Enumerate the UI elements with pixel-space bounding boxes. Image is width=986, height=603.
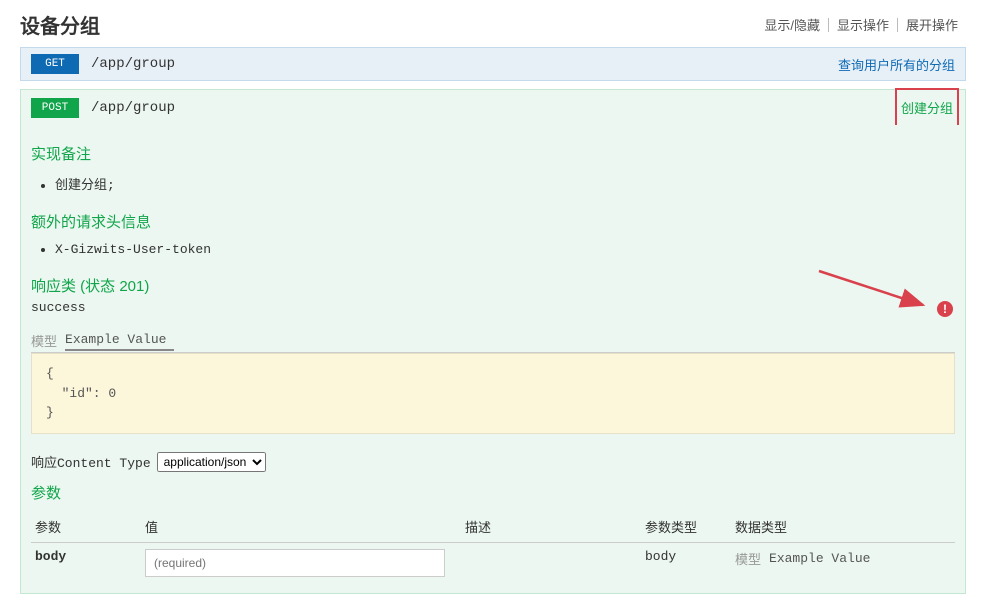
op-get-path: /app/group: [91, 56, 838, 72]
op-post-path: /app/group: [91, 100, 899, 116]
impl-notes-heading: 实现备注: [31, 143, 955, 164]
tab-model[interactable]: 模型: [31, 329, 65, 352]
col-param: 参数: [31, 511, 141, 543]
toggle-link[interactable]: 显示/隐藏: [756, 15, 828, 34]
extra-headers-list: X-Gizwits-User-token: [31, 240, 955, 259]
param-desc: [461, 542, 641, 583]
op-post-summary: 创建分组: [901, 101, 953, 116]
header-actions: 显示/隐藏 显示操作 展开操作: [756, 15, 966, 34]
content-type-select[interactable]: application/json: [157, 452, 266, 472]
content-type-row: 响应Content Type application/json: [31, 452, 955, 472]
expand-ops-link[interactable]: 展开操作: [898, 15, 966, 34]
highlight-box: 创建分组: [895, 88, 959, 127]
param-data-type-cell: 模型 Example Value: [731, 542, 955, 583]
warning-icon[interactable]: !: [937, 301, 953, 317]
param-body-input[interactable]: [145, 549, 445, 577]
params-heading: 参数: [31, 482, 955, 503]
op-post-header[interactable]: POST /app/group 创建分组: [21, 90, 965, 125]
tab-example-value[interactable]: Example Value: [65, 330, 174, 351]
content-type-label: 响应Content Type: [31, 452, 151, 471]
params-table: 参数 值 描述 参数类型 数据类型 body body: [31, 511, 955, 583]
op-get-header[interactable]: GET /app/group 查询用户所有的分组: [21, 48, 965, 80]
dt-tab-model[interactable]: 模型: [735, 549, 769, 568]
op-post-body: ! 实现备注 创建分组; 额外的请求头信息 X-Gizwits-User-tok…: [21, 125, 965, 593]
impl-notes-item: 创建分组;: [55, 172, 955, 195]
op-post-block: POST /app/group 创建分组 ! 实现备注 创建分组; 额外的请求头…: [20, 89, 966, 594]
op-get-summary: 查询用户所有的分组: [838, 55, 955, 74]
method-badge-post: POST: [31, 98, 79, 118]
params-header-row: 参数 值 描述 参数类型 数据类型: [31, 511, 955, 543]
method-badge-get: GET: [31, 54, 79, 74]
page-header: 设备分组 显示/隐藏 显示操作 展开操作: [20, 0, 966, 47]
extra-headers-item: X-Gizwits-User-token: [55, 240, 955, 259]
param-name: body: [31, 542, 141, 583]
dt-tab-example[interactable]: Example Value: [769, 551, 878, 566]
col-desc: 描述: [461, 511, 641, 543]
response-tabs: 模型 Example Value: [31, 329, 955, 353]
table-row: body body 模型 Example Value: [31, 542, 955, 583]
response-heading: 响应类 (状态 201): [31, 275, 955, 296]
col-param-type: 参数类型: [641, 511, 731, 543]
col-data-type: 数据类型: [731, 511, 955, 543]
example-json-block[interactable]: { "id": 0 }: [31, 353, 955, 434]
op-get-block: GET /app/group 查询用户所有的分组: [20, 47, 966, 81]
response-success: success: [31, 300, 955, 315]
impl-notes-list: 创建分组;: [31, 172, 955, 195]
param-value-cell: [141, 542, 461, 583]
page-title: 设备分组: [20, 10, 100, 39]
list-ops-link[interactable]: 显示操作: [829, 15, 897, 34]
param-type: body: [641, 542, 731, 583]
col-value: 值: [141, 511, 461, 543]
extra-headers-heading: 额外的请求头信息: [31, 211, 955, 232]
